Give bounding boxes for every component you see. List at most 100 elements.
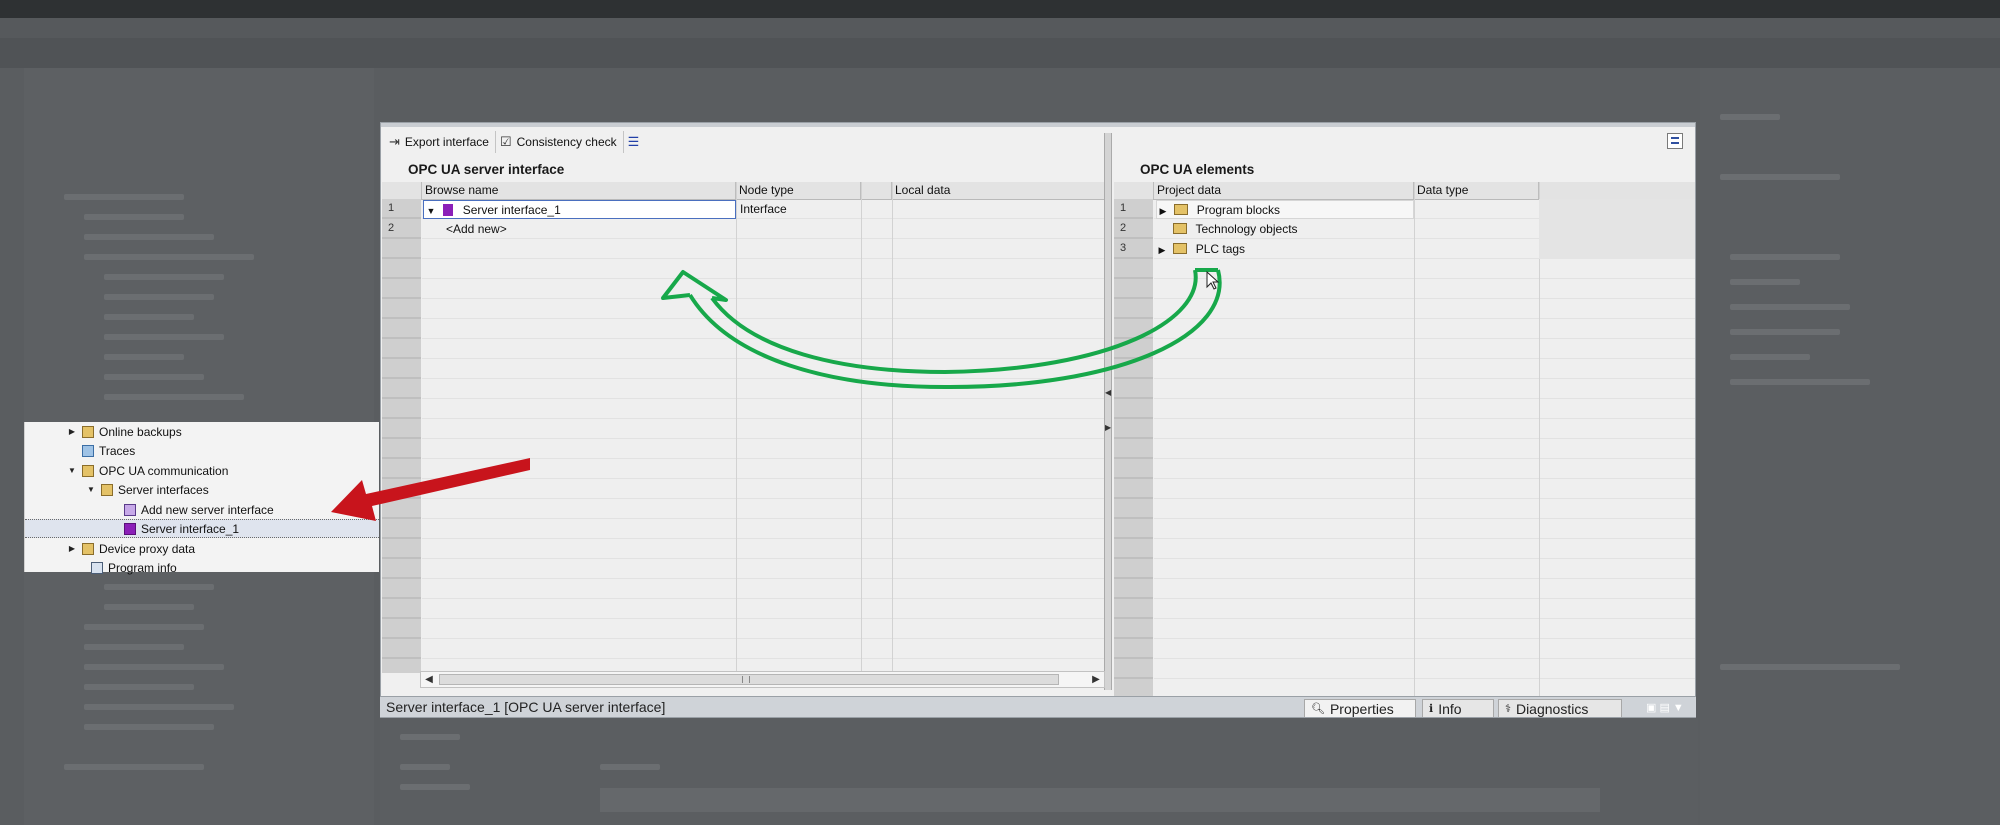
collapse-triangle-icon[interactable]: ▼ xyxy=(424,202,438,221)
tree-item-label: OPC UA communication xyxy=(99,463,229,478)
tab-diagnostics[interactable]: ⚕ Diagnostics xyxy=(1498,699,1622,717)
tree-item-add-new-server-interface[interactable]: Add new server interface xyxy=(25,500,379,519)
list-icon: ☰ xyxy=(627,134,640,149)
server-interface-pane-title: OPC UA server interface xyxy=(408,162,565,177)
tab-label: Properties xyxy=(1329,700,1394,717)
tree-item-label: Program info xyxy=(108,560,177,575)
tree-item-program-blocks[interactable]: ▶ Program blocks xyxy=(1156,200,1414,219)
col-divider xyxy=(736,182,737,673)
col-divider xyxy=(1414,182,1415,697)
project-data-label: Program blocks xyxy=(1196,203,1281,217)
server-interface-grid-header: Browse name Node type Local data xyxy=(382,182,1105,200)
col-spacer[interactable] xyxy=(861,182,892,199)
row-number: 3 xyxy=(1120,242,1127,254)
col-divider xyxy=(861,182,862,673)
export-interface-label: Export interface xyxy=(404,135,489,149)
app-title-bar xyxy=(0,0,2000,18)
project-data-label: PLC tags xyxy=(1195,242,1246,256)
row-number: 1 xyxy=(388,202,395,214)
online-backups-icon xyxy=(81,425,95,439)
diagnostics-icon: ⚕ xyxy=(1505,703,1511,715)
opc-ua-communication-icon xyxy=(81,464,95,478)
scrollbar-thumb[interactable] xyxy=(439,674,1059,685)
col-empty xyxy=(1539,182,1695,199)
row-grid-lines xyxy=(422,199,1105,673)
tree-item-online-backups[interactable]: ▶ Online backups xyxy=(25,422,379,441)
server-interfaces-folder-icon xyxy=(100,483,114,497)
pane-splitter[interactable]: ◀ ▶ xyxy=(1104,133,1112,690)
rownum-header xyxy=(382,182,422,199)
splitter-right-arrow-icon[interactable]: ▶ xyxy=(1105,423,1111,432)
opc-ua-elements-grid: Project data Data type 1 2 3 ▶ Program b… xyxy=(1114,182,1695,697)
tree-item-label: Online backups xyxy=(99,424,182,439)
consistency-check-label: Consistency check xyxy=(516,135,617,149)
expand-all-button[interactable]: ☰ xyxy=(624,131,651,153)
row-number: 2 xyxy=(388,222,395,234)
opc-ua-elements-pane-title: OPC UA elements xyxy=(1140,162,1255,177)
tree-item-traces[interactable]: Traces xyxy=(25,441,379,460)
properties-icon: 🔍︎ xyxy=(1311,703,1325,715)
scroll-right-icon[interactable]: ▶ xyxy=(1088,672,1104,687)
plc-tags-folder-icon xyxy=(1173,243,1188,254)
tab-properties[interactable]: 🔍︎ Properties xyxy=(1304,699,1416,717)
tab-label: Diagnostics xyxy=(1515,700,1589,717)
editor-header-strip xyxy=(381,123,1695,127)
window-layout-icons[interactable]: ▣ ▤ ▼ xyxy=(1646,701,1684,714)
row-number: 2 xyxy=(1120,222,1127,234)
tree-item-program-info[interactable]: Program info xyxy=(25,558,379,577)
splitter-left-arrow-icon[interactable]: ◀ xyxy=(1105,388,1111,397)
export-interface-button[interactable]: ⇥ Export interface xyxy=(385,131,496,153)
tree-item-label: Server interface_1 xyxy=(141,521,240,536)
collapse-triangle-icon[interactable]: ▼ xyxy=(86,485,96,495)
expand-triangle-icon[interactable]: ▶ xyxy=(67,427,77,437)
add-new-row[interactable]: <Add new> xyxy=(446,220,507,239)
expand-triangle-icon[interactable]: ▶ xyxy=(67,544,77,554)
scroll-left-icon[interactable]: ◀ xyxy=(421,672,437,687)
program-blocks-folder-icon xyxy=(1174,204,1189,215)
add-new-icon xyxy=(123,503,137,517)
row-highlight xyxy=(1539,199,1695,259)
tree-item-opc-ua-communication[interactable]: ▼ OPC UA communication xyxy=(25,461,379,480)
thumb-grip xyxy=(742,676,750,683)
row-number: 1 xyxy=(1120,202,1127,214)
row-number-column: 1 2 xyxy=(382,199,421,673)
app-toolbar xyxy=(0,38,2000,68)
col-divider xyxy=(892,182,893,673)
traces-icon xyxy=(81,444,95,458)
tree-item-device-proxy-data[interactable]: ▶ Device proxy data xyxy=(25,539,379,558)
col-browse-name[interactable]: Browse name xyxy=(422,182,736,199)
project-data-label: Technology objects xyxy=(1195,222,1298,236)
row-number-column: 1 2 3 xyxy=(1114,199,1153,697)
tree-item-label: Device proxy data xyxy=(99,541,196,556)
program-info-icon xyxy=(90,561,104,575)
tree-item-server-interface-1[interactable]: Server interface_1 xyxy=(25,519,379,538)
consistency-check-button[interactable]: ☑ Consistency check xyxy=(496,131,624,153)
tree-item-plc-tags[interactable]: ▶ PLC tags xyxy=(1156,240,1414,259)
col-divider xyxy=(1539,182,1540,697)
collapse-triangle-icon[interactable]: ▼ xyxy=(67,466,77,476)
node-type-cell[interactable]: Interface xyxy=(740,200,787,219)
col-local-data[interactable]: Local data xyxy=(892,182,1105,199)
inspector-panel xyxy=(380,718,1698,825)
opc-ua-server-interface-editor: ⇥ Export interface ☑ Consistency check ☰… xyxy=(380,122,1696,718)
technology-objects-folder-icon xyxy=(1173,223,1188,234)
editor-toolbar: ⇥ Export interface ☑ Consistency check ☰ xyxy=(385,131,650,153)
tree-item-server-interfaces[interactable]: ▼ Server interfaces xyxy=(25,480,379,499)
expand-triangle-icon[interactable]: ▶ xyxy=(1156,241,1168,260)
server-interface-icon xyxy=(443,204,454,216)
project-tree-highlight: ▶ Online backups Traces ▼ OPC UA communi… xyxy=(24,422,379,575)
tab-info[interactable]: ℹ Info xyxy=(1422,699,1494,717)
expand-triangle-icon[interactable]: ▶ xyxy=(1157,202,1169,221)
server-interface-grid: Browse name Node type Local data 1 2 ▼ S… xyxy=(382,182,1105,673)
selected-object-path: Server interface_1 [OPC UA server interf… xyxy=(386,699,666,715)
col-node-type[interactable]: Node type xyxy=(736,182,861,199)
col-data-type[interactable]: Data type xyxy=(1414,182,1539,199)
panel-layout-button[interactable] xyxy=(1667,133,1683,149)
inspector-tab-bar: Server interface_1 [OPC UA server interf… xyxy=(380,696,1696,717)
opc-ua-elements-grid-header: Project data Data type xyxy=(1114,182,1695,200)
table-row[interactable]: ▼ Server interface_1 xyxy=(423,200,736,219)
horizontal-scrollbar[interactable]: ◀ ▶ xyxy=(420,671,1105,688)
col-project-data[interactable]: Project data xyxy=(1154,182,1414,199)
tree-item-technology-objects[interactable]: Technology objects xyxy=(1156,220,1414,239)
export-icon: ⇥ xyxy=(389,134,400,149)
